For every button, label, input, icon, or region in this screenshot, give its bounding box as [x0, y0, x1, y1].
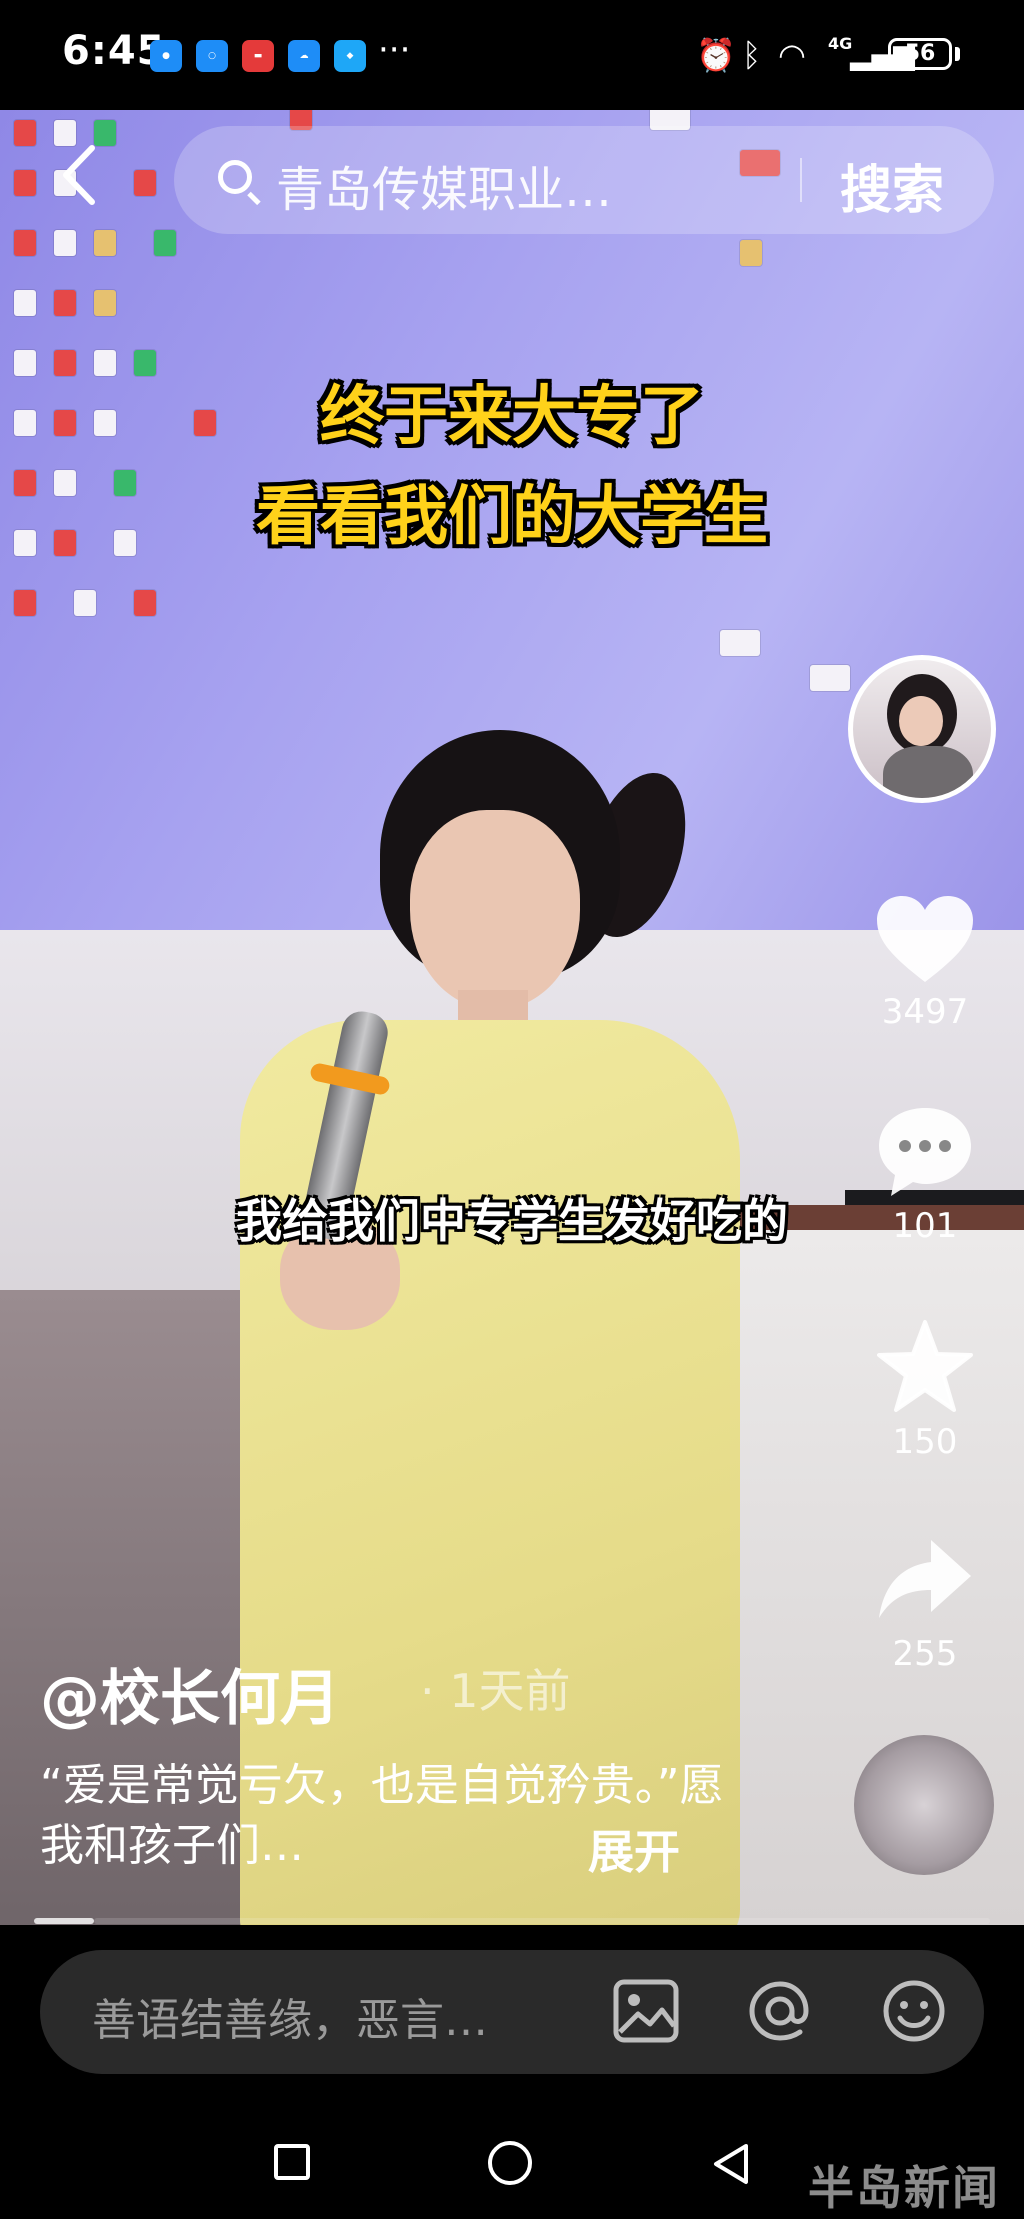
desktop-icon — [94, 230, 116, 256]
desktop-icon — [720, 630, 760, 656]
desktop-icon — [74, 590, 96, 616]
at-icon — [749, 1981, 809, 2041]
progress-bar[interactable] — [34, 1918, 94, 1924]
heart-icon — [877, 896, 973, 982]
progress-track[interactable] — [94, 1918, 990, 1924]
search-divider — [800, 158, 802, 202]
favorite-count: 150 — [892, 1422, 958, 1462]
search-app-icon: ○ — [196, 40, 228, 72]
desktop-icon — [94, 290, 116, 316]
share-arrow-icon — [879, 1540, 971, 1618]
huawei-app-icon: ▬ — [242, 40, 274, 72]
post-time: · 1天前 — [420, 1664, 571, 1718]
status-bar: 6:45 ● ○ ▬ ☁ ◆ ··· ⏰ ᛒ ◠ 4G ▂▄▆ 56 — [0, 0, 1024, 112]
comment-bubble-icon — [879, 1108, 971, 1196]
desktop-icon — [154, 230, 176, 256]
music-disc[interactable] — [854, 1735, 994, 1875]
desktop-icon — [14, 230, 36, 256]
comment-count: 101 — [892, 1206, 958, 1246]
like-count: 3497 — [881, 992, 969, 1032]
video-caption-line1: 终于来大专了 — [320, 380, 704, 454]
cloud-app-icon: ☁ — [288, 40, 320, 72]
like-button[interactable]: 3497 — [860, 892, 990, 1032]
favorite-button[interactable]: 150 — [860, 1318, 990, 1462]
search-button[interactable]: 搜索 — [840, 148, 944, 223]
desktop-icon — [134, 590, 156, 616]
image-button[interactable] — [612, 1978, 680, 2048]
author-avatar[interactable] — [848, 655, 996, 803]
desktop-icon — [810, 665, 850, 691]
bluetooth-icon: ᛒ — [742, 36, 762, 74]
emoji-button[interactable] — [880, 1978, 948, 2048]
back-button[interactable] — [54, 140, 114, 220]
desktop-icon — [14, 170, 36, 196]
image-icon — [613, 1979, 679, 2043]
desktop-icon — [14, 590, 36, 616]
mention-button[interactable] — [746, 1978, 814, 2048]
comment-button[interactable]: 101 — [860, 1102, 990, 1246]
share-button[interactable]: 255 — [860, 1530, 990, 1674]
recent-apps-button[interactable] — [274, 2144, 310, 2180]
battery-indicator: 56 — [888, 38, 952, 70]
wifi-icon: ◠ — [778, 36, 806, 74]
comment-input[interactable]: 善语结善缘，恶言… — [92, 1984, 488, 2048]
search-input[interactable]: 青岛传媒职业… — [276, 150, 612, 220]
expand-button[interactable]: 展开 — [588, 1816, 680, 1882]
avatar-face — [899, 696, 943, 746]
speaker-face — [410, 810, 580, 1010]
nav-back-triangle-icon — [714, 2144, 748, 2184]
emoji-icon — [883, 1980, 945, 2042]
nav-back-button[interactable] — [708, 2140, 754, 2192]
star-icon — [877, 1320, 973, 1412]
author-name[interactable]: @校长何月 — [40, 1650, 340, 1737]
watermark: 半岛新闻 — [808, 2161, 1000, 2215]
desktop-icon — [740, 240, 762, 266]
battery-tip — [955, 47, 960, 61]
share-count: 255 — [892, 1634, 958, 1674]
desktop-icon — [134, 170, 156, 196]
home-button[interactable] — [488, 2141, 532, 2185]
desktop-icon — [54, 230, 76, 256]
desktop-icon — [14, 120, 36, 146]
network-type: 4G — [828, 34, 853, 53]
desktop-icon — [54, 290, 76, 316]
back-arrow-icon — [63, 145, 95, 205]
browser-app-icon: ◆ — [334, 40, 366, 72]
message-app-icon: ● — [150, 40, 182, 72]
avatar-body — [883, 746, 973, 798]
video-caption-line2: 看看我们的大学生 — [256, 480, 768, 554]
search-icon — [218, 160, 252, 194]
desktop-icon — [14, 290, 36, 316]
alarm-icon: ⏰ — [696, 36, 736, 74]
more-notifications-icon: ··· — [378, 30, 411, 70]
